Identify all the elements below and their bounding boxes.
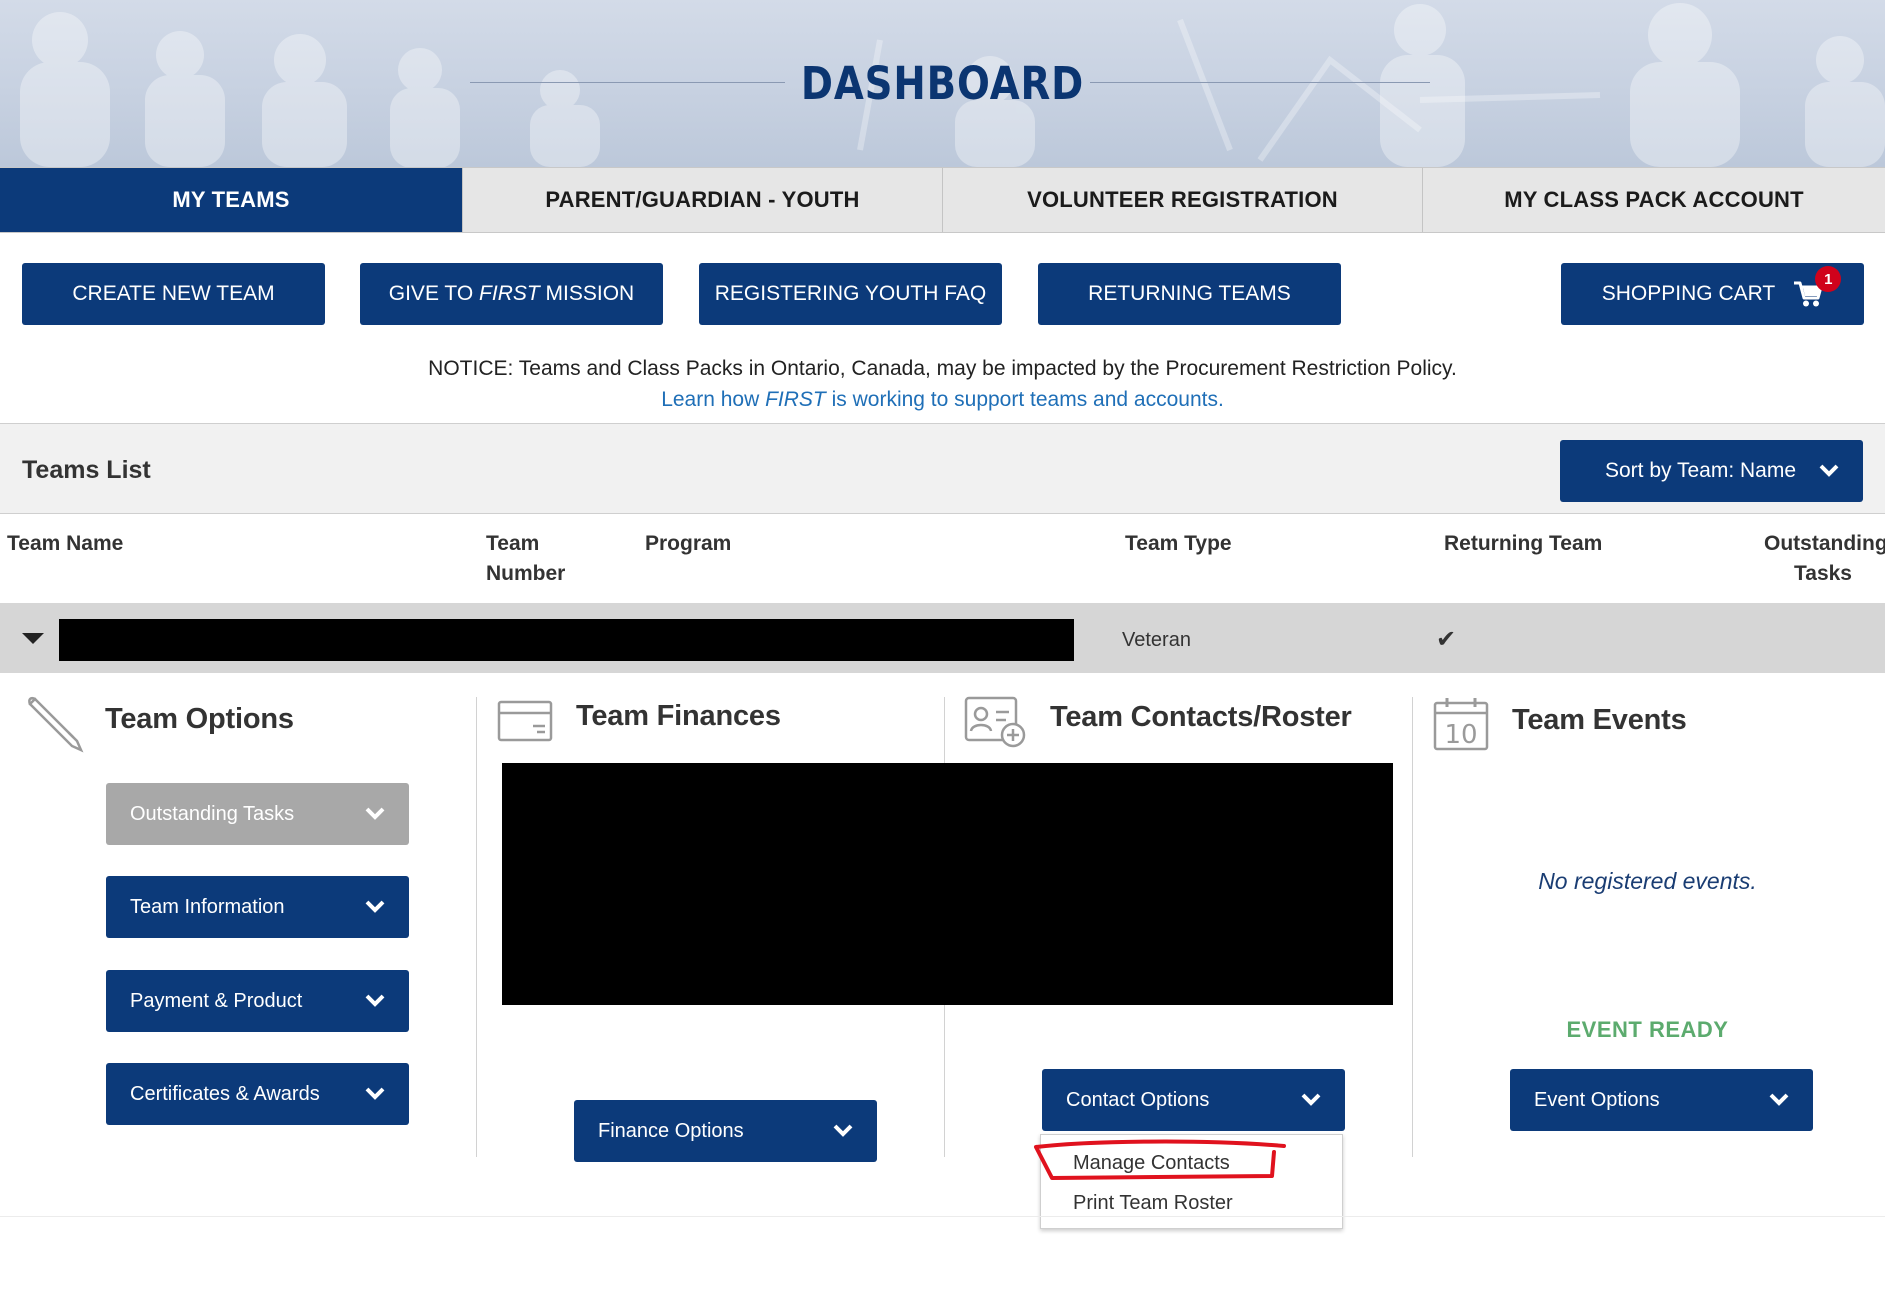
bottom-divider: [0, 1216, 1885, 1217]
chevron-down-icon: [365, 1087, 385, 1100]
create-new-team-button[interactable]: CREATE NEW TEAM: [22, 263, 325, 325]
event-options-button[interactable]: Event Options: [1510, 1069, 1813, 1131]
expand-caret-icon[interactable]: [22, 633, 44, 644]
chevron-down-icon: [1819, 464, 1839, 477]
payment-product-label: Payment & Product: [130, 989, 303, 1012]
contact-card-add-icon: [964, 696, 1026, 748]
event-options-label: Event Options: [1534, 1088, 1660, 1111]
payment-product-button[interactable]: Payment & Product: [106, 970, 409, 1032]
give-first: FIRST: [479, 282, 540, 305]
calendar-icon: 10: [1433, 698, 1489, 751]
credit-card-icon: [497, 700, 553, 742]
give-prefix: GIVE TO: [388, 282, 480, 305]
chevron-down-icon: [1301, 1093, 1321, 1106]
notice-link-prefix: Learn how: [661, 388, 766, 411]
chevron-down-icon: [365, 994, 385, 1007]
chevron-down-icon: [833, 1124, 853, 1137]
calendar-day: 10: [1444, 720, 1477, 750]
finance-options-button[interactable]: Finance Options: [574, 1100, 877, 1162]
notice-link-suffix: is working to support teams and accounts…: [825, 388, 1224, 411]
tab-volunteer-registration[interactable]: VOLUNTEER REGISTRATION: [943, 168, 1423, 232]
certificates-awards-label: Certificates & Awards: [130, 1082, 320, 1105]
certificates-awards-button[interactable]: Certificates & Awards: [106, 1063, 409, 1125]
chevron-down-icon: [1769, 1093, 1789, 1106]
main-tabs: MY TEAMS PARENT/GUARDIAN - YOUTH VOLUNTE…: [0, 167, 1885, 233]
shopping-cart-label: SHOPPING CART: [1601, 282, 1776, 305]
give-suffix: MISSION: [539, 282, 635, 305]
col-team-name: Team Name: [7, 532, 124, 555]
panel-divider: [476, 697, 477, 1157]
teams-list-bar: Teams List Sort by Team: Name: [0, 423, 1885, 514]
col-team-number-line1: Team: [486, 532, 540, 555]
notice-link-first: FIRST: [765, 388, 826, 411]
red-highlight-annotation: [1034, 1139, 1286, 1180]
give-to-first-mission-button[interactable]: GIVE TO FIRST MISSION: [360, 263, 663, 325]
finance-options-label: Finance Options: [598, 1119, 744, 1142]
notice-link[interactable]: Learn how FIRST is working to support te…: [0, 388, 1885, 412]
notice-text: NOTICE: Teams and Class Packs in Ontario…: [428, 357, 1457, 380]
panel-divider: [1412, 697, 1413, 1157]
col-outstanding-line1: Outstanding: [1764, 532, 1885, 555]
hero-banner: DASHBOARD: [0, 0, 1885, 167]
sort-label: Sort by Team: Name: [1605, 459, 1797, 482]
team-finances-title: Team Finances: [576, 700, 781, 732]
shopping-cart-button[interactable]: SHOPPING CART 1: [1561, 263, 1864, 325]
outstanding-tasks-button[interactable]: Outstanding Tasks: [106, 783, 409, 845]
tab-parent-guardian-youth[interactable]: PARENT/GUARDIAN - YOUTH: [463, 168, 943, 232]
chevron-down-icon: [365, 807, 385, 820]
team-information-button[interactable]: Team Information: [106, 876, 409, 938]
team-options-title: Team Options: [105, 703, 294, 735]
col-returning-team: Returning Team: [1444, 532, 1603, 555]
sort-dropdown[interactable]: Sort by Team: Name: [1560, 440, 1863, 502]
no-events-message: No registered events.: [1538, 868, 1757, 894]
pen-icon: [28, 696, 84, 753]
team-type-value: Veteran: [1122, 629, 1191, 651]
col-team-type: Team Type: [1125, 532, 1232, 555]
teams-list-title: Teams List: [22, 456, 151, 484]
event-ready-status: EVENT READY: [1566, 1017, 1729, 1042]
cart-icon: 1: [1793, 266, 1842, 308]
col-outstanding-line2: Tasks: [1794, 562, 1852, 585]
contact-options-button[interactable]: Contact Options: [1042, 1069, 1345, 1131]
tab-my-teams[interactable]: MY TEAMS: [0, 168, 463, 232]
returning-teams-button[interactable]: RETURNING TEAMS: [1038, 263, 1341, 325]
print-team-roster-item[interactable]: Print Team Roster: [1073, 1192, 1233, 1215]
cart-count-badge: 1: [1815, 266, 1842, 292]
registering-youth-faq-button[interactable]: REGISTERING YOUTH FAQ: [699, 263, 1002, 325]
tab-class-pack-account[interactable]: MY CLASS PACK ACCOUNT: [1423, 168, 1885, 232]
team-events-title: Team Events: [1512, 704, 1687, 736]
redacted-finances: [502, 763, 1393, 1005]
outstanding-tasks-label: Outstanding Tasks: [130, 802, 295, 825]
contact-options-label: Contact Options: [1066, 1088, 1210, 1111]
team-contacts-title: Team Contacts/Roster: [1050, 701, 1352, 733]
page-title: DASHBOARD: [800, 57, 1085, 110]
col-program: Program: [645, 532, 732, 555]
chevron-down-icon: [365, 900, 385, 913]
col-team-number-line2: Number: [486, 562, 566, 585]
team-row[interactable]: Veteran ✔: [0, 603, 1885, 673]
team-information-label: Team Information: [130, 895, 285, 918]
redacted-team-info: [59, 619, 1074, 661]
returning-check-icon: ✔: [1436, 626, 1457, 653]
